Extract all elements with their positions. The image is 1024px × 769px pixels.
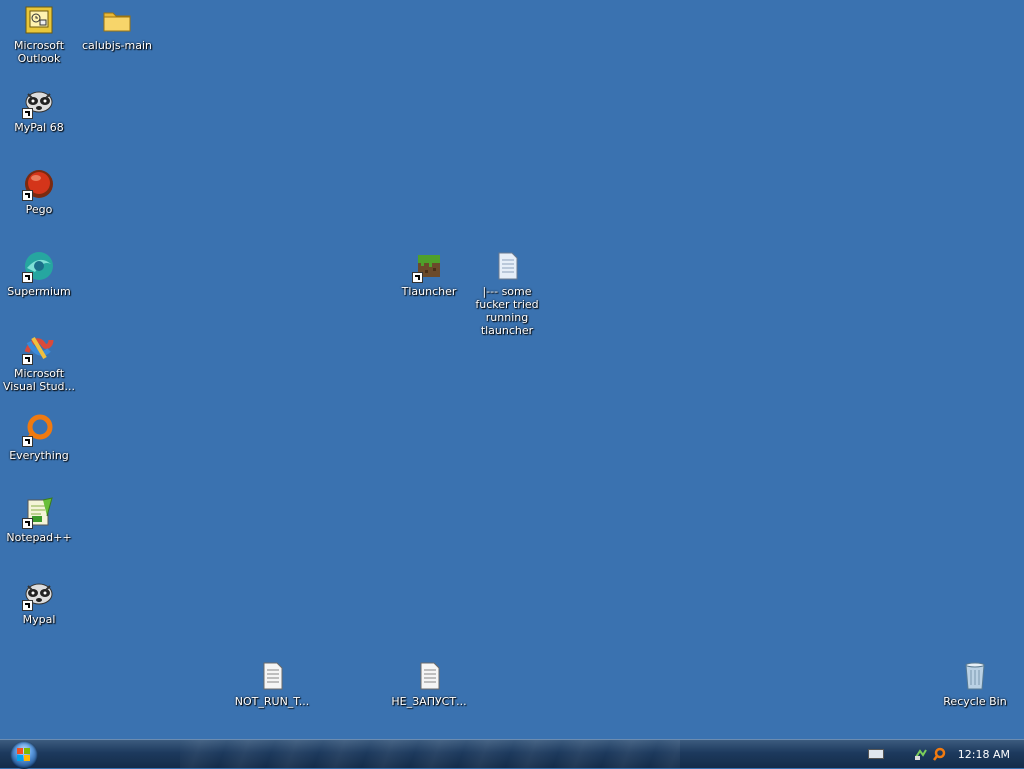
desktop-icon-label: Microsoft Outlook bbox=[13, 39, 65, 65]
desktop-icon-label: Recycle Bin bbox=[943, 695, 1007, 708]
desktop: Microsoft Outlook calubjs-main MyPal 68 … bbox=[0, 0, 1024, 740]
desktop-icon-mypal-68[interactable]: MyPal 68 bbox=[0, 86, 78, 134]
shortcut-arrow-icon bbox=[22, 600, 33, 611]
desktop-icon-supermium[interactable]: Supermium bbox=[0, 250, 78, 298]
shortcut-arrow-icon bbox=[22, 518, 33, 529]
desktop-icon-label: Pego bbox=[25, 203, 53, 216]
shortcut-arrow-icon bbox=[22, 354, 33, 365]
desktop-icon-microsoft-visual-studio[interactable]: Microsoft Visual Stud... bbox=[0, 332, 78, 393]
keyboard-icon[interactable] bbox=[867, 749, 884, 759]
desktop-icon-mypal[interactable]: Mypal bbox=[0, 578, 78, 626]
desktop-icon-microsoft-outlook[interactable]: Microsoft Outlook bbox=[0, 4, 78, 65]
desktop-icon-notepad-plus-plus[interactable]: Notepad++ bbox=[0, 496, 78, 544]
desktop-icon-label: Tlauncher bbox=[401, 285, 457, 298]
outlook-icon bbox=[23, 4, 55, 36]
desktop-icon-label: Microsoft Visual Stud... bbox=[2, 367, 76, 393]
pego-icon bbox=[22, 168, 55, 201]
text-file-icon bbox=[491, 250, 523, 282]
desktop-icon-label: НЕ_ЗАПУСТ... bbox=[391, 695, 467, 708]
everything-search-icon bbox=[22, 414, 55, 447]
start-button[interactable] bbox=[10, 741, 38, 769]
everything-tray-icon[interactable] bbox=[932, 747, 946, 761]
raccoon-icon bbox=[22, 86, 55, 119]
desktop-icon-ne-zapusk-file[interactable]: НЕ_ЗАПУСТ... bbox=[390, 660, 468, 708]
desktop-icon-pego[interactable]: Pego bbox=[0, 168, 78, 216]
desktop-icon-text-note[interactable]: |--- some fucker tried running tlauncher bbox=[468, 250, 546, 337]
text-file-icon bbox=[413, 660, 445, 692]
desktop-icon-label: Everything bbox=[9, 449, 69, 462]
text-file-icon bbox=[256, 660, 288, 692]
desktop-icon-label: Supermium bbox=[7, 285, 71, 298]
desktop-icon-tlauncher[interactable]: Tlauncher bbox=[390, 250, 468, 298]
desktop-icon-label: Mypal bbox=[22, 613, 56, 626]
shortcut-arrow-icon bbox=[22, 272, 33, 283]
taskbar: 12:18 AM bbox=[0, 739, 1024, 769]
grass-block-icon bbox=[412, 250, 445, 283]
windows-logo-icon bbox=[17, 748, 30, 761]
desktop-icon-label: calubjs-main bbox=[81, 39, 153, 52]
raccoon-icon bbox=[22, 578, 55, 611]
desktop-icon-label: MyPal 68 bbox=[14, 121, 64, 134]
shortcut-arrow-icon bbox=[22, 436, 33, 447]
desktop-icon-label: NOT_RUN_T... bbox=[234, 695, 310, 708]
network-icon[interactable] bbox=[914, 747, 928, 761]
supermium-icon bbox=[22, 250, 55, 283]
desktop-icon-label: |--- some fucker tried running tlauncher bbox=[475, 285, 539, 337]
clock[interactable]: 12:18 AM bbox=[958, 748, 1010, 761]
shortcut-arrow-icon bbox=[22, 108, 33, 119]
shortcut-arrow-icon bbox=[22, 190, 33, 201]
recycle-bin-icon bbox=[959, 660, 991, 692]
shortcut-arrow-icon bbox=[412, 272, 423, 283]
desktop-icon-not-run-file[interactable]: NOT_RUN_T... bbox=[233, 660, 311, 708]
folder-icon bbox=[101, 4, 133, 36]
desktop-icon-calubjs-main[interactable]: calubjs-main bbox=[78, 4, 156, 52]
notepad-plus-plus-icon bbox=[22, 496, 55, 529]
desktop-icon-recycle-bin[interactable]: Recycle Bin bbox=[936, 660, 1014, 708]
visual-studio-icon bbox=[22, 332, 55, 365]
desktop-icon-label: Notepad++ bbox=[6, 531, 72, 544]
system-tray: 12:18 AM bbox=[867, 740, 1024, 768]
desktop-icon-everything[interactable]: Everything bbox=[0, 414, 78, 462]
